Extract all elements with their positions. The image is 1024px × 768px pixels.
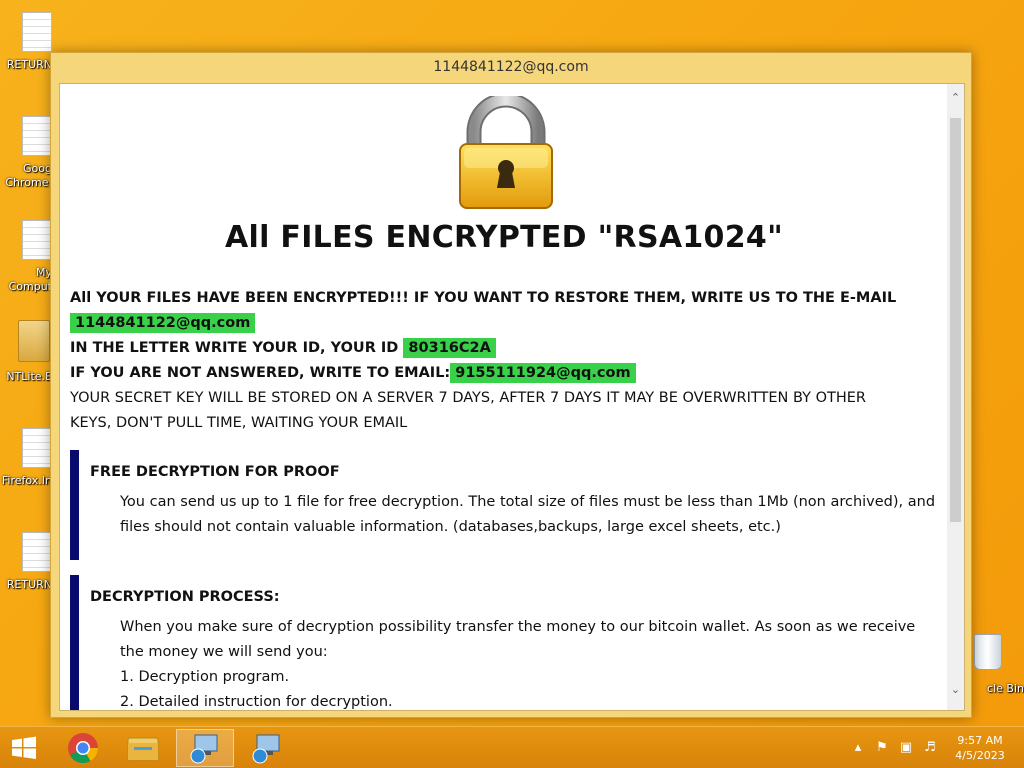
taskbar-chrome[interactable] (54, 729, 112, 767)
action-center-flag-icon[interactable]: ⚑ (874, 740, 890, 756)
taskbar: ▴ ⚑ ▣ ♬ 9:57 AM 4/5/2023 (0, 726, 1024, 768)
desktop-icon-label: My Comput (8, 266, 52, 293)
desktop-icon-label: Firefox.In (1, 474, 52, 487)
scroll-down-icon[interactable]: ⌄ (947, 680, 964, 700)
instruction-line-3: IF YOU ARE NOT ANSWERED, WRITE TO EMAIL: (70, 365, 451, 381)
window-client-area: All FILES ENCRYPTED "RSA1024" All YOUR F… (59, 83, 965, 711)
section-heading: FREE DECRYPTION FOR PROOF (90, 464, 340, 480)
system-clock[interactable]: 9:57 AM 4/5/2023 (944, 733, 1016, 763)
desktop-icon-label: NTLite.E (6, 370, 52, 383)
process-item-2: 2. Detailed instruction for decryption. (120, 694, 393, 710)
desktop-icon-return-1[interactable]: RETURN (0, 10, 52, 74)
document-icon (22, 116, 52, 156)
folder-icon (18, 320, 50, 362)
section-text: You can send us up to 1 file for free de… (120, 494, 936, 535)
scrollbar-thumb[interactable] (950, 118, 961, 522)
decryption-process-section: DECRYPTION PROCESS: When you make sure o… (70, 575, 940, 710)
clock-date: 4/5/2023 (955, 749, 1005, 762)
contact-email-1: 1144841122@qq.com (70, 313, 256, 333)
volume-muted-icon[interactable]: ♬ (922, 740, 938, 756)
instruction-line-2: IN THE LETTER WRITE YOUR ID, YOUR ID (70, 340, 399, 356)
contact-email-2: 9155111924@qq.com (450, 363, 636, 383)
page-title: All FILES ENCRYPTED "RSA1024" (224, 220, 784, 255)
desktop-icon-label: Goog Chrome. (5, 162, 52, 189)
document-icon (22, 532, 52, 572)
window-title: 1144841122@qq.com (433, 59, 589, 75)
desktop-icon-firefox[interactable]: Firefox.In (0, 428, 52, 494)
chrome-icon (68, 733, 98, 764)
taskbar-file-explorer[interactable] (114, 729, 172, 767)
note-content: All FILES ENCRYPTED "RSA1024" All YOUR F… (60, 84, 948, 710)
taskbar-app-2[interactable] (238, 729, 296, 767)
desktop-icon-return-2[interactable]: RETURN (0, 532, 52, 598)
show-hidden-icons-icon[interactable]: ▴ (850, 740, 866, 756)
ransom-note-window: 1144841122@qq.com All FILES ENCRYPTED "R… (50, 52, 972, 718)
folder-icon (127, 737, 159, 761)
taskbar-app-1[interactable] (176, 729, 234, 767)
desktop-icon-my-computer[interactable]: My Comput (0, 220, 52, 300)
clock-time: 9:57 AM (957, 734, 1003, 747)
document-icon (22, 428, 52, 468)
network-icon[interactable]: ▣ (898, 740, 914, 756)
remote-app-icon (252, 734, 280, 764)
desktop-icon-chrome[interactable]: Goog Chrome. (0, 116, 52, 196)
desktop-icon-label: RETURN (6, 578, 52, 591)
section-heading: DECRYPTION PROCESS: (90, 589, 280, 605)
desktop-icon-label: RETURN (6, 58, 52, 71)
document-icon (22, 12, 52, 52)
process-item-1: 1. Decryption program. (120, 669, 290, 685)
recycle-bin-icon (974, 634, 1002, 670)
instruction-line-4: YOUR SECRET KEY WILL BE STORED ON A SERV… (70, 390, 866, 431)
desktop-icon-recycle-bin[interactable]: cle Bin (968, 628, 1024, 698)
remote-app-icon (190, 734, 218, 764)
desktop-icon-ntlite[interactable]: NTLite.E (0, 318, 52, 388)
instruction-line-1: All YOUR FILES HAVE BEEN ENCRYPTED!!! IF… (70, 290, 897, 306)
free-decryption-section: FREE DECRYPTION FOR PROOF You can send u… (70, 450, 940, 560)
scroll-up-icon[interactable]: ⌃ (947, 88, 964, 108)
start-button[interactable] (0, 729, 48, 767)
document-icon (22, 220, 52, 260)
section-bar (70, 575, 79, 710)
desktop-icon-label: cle Bin (987, 682, 1024, 695)
section-text: When you make sure of decryption possibi… (120, 615, 940, 710)
victim-id: 80316C2A (403, 338, 496, 358)
padlock-icon (459, 96, 553, 209)
process-description: When you make sure of decryption possibi… (120, 619, 916, 660)
ransom-instructions: All YOUR FILES HAVE BEEN ENCRYPTED!!! IF… (70, 286, 940, 436)
vertical-scrollbar[interactable]: ⌃ ⌄ (947, 84, 964, 710)
section-bar (70, 450, 79, 560)
windows-logo-icon (12, 736, 36, 759)
